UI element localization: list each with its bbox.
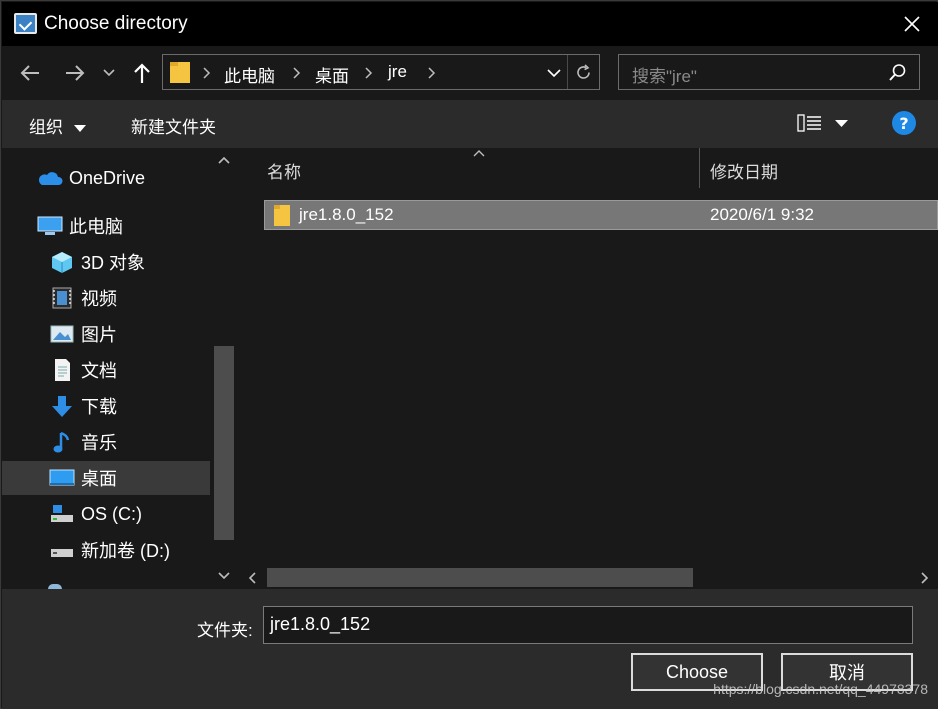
- table-row[interactable]: jre1.8.0_152 2020/6/1 9:32: [264, 200, 938, 230]
- back-button[interactable]: [16, 60, 44, 86]
- scroll-up-icon[interactable]: [218, 156, 230, 164]
- sidebar-item-label: 文档: [81, 361, 117, 381]
- search-placeholder: 搜索"jre": [632, 67, 697, 86]
- new-folder-button[interactable]: 新建文件夹: [131, 113, 216, 138]
- sidebar-item-desktop[interactable]: 桌面: [2, 461, 210, 495]
- video-icon: [52, 287, 72, 309]
- watermark-text: https://blog.csdn.net/qq_44978378: [713, 681, 928, 697]
- sidebar-item-label: 此电脑: [69, 217, 123, 237]
- svg-text:?: ?: [899, 114, 908, 133]
- drive-c-icon: [51, 505, 73, 522]
- help-icon: ?: [892, 111, 916, 135]
- onedrive-icon: [38, 172, 63, 185]
- column-header-modified[interactable]: 修改日期: [710, 158, 778, 183]
- search-icon[interactable]: [888, 63, 907, 82]
- breadcrumb-jre[interactable]: jre: [388, 62, 407, 82]
- desktop-icon: [49, 469, 75, 486]
- folder-field-label: 文件夹:: [197, 621, 253, 640]
- view-details-icon: [797, 114, 821, 132]
- choose-directory-dialog: Choose directory 此电脑 桌面 jre 搜索"jre" 组织 新…: [0, 0, 938, 709]
- search-box[interactable]: 搜索"jre": [618, 54, 920, 90]
- navigation-pane: OneDrive 此电脑 3D 对象 视频 图片 文档 下载 音乐 桌面 OS …: [2, 148, 237, 589]
- file-list: 名称 修改日期 jre1.8.0_152 2020/6/1 9:32: [239, 148, 938, 589]
- caret-down-icon: [73, 125, 86, 133]
- scroll-left-icon[interactable]: [248, 572, 256, 584]
- 3d-objects-icon: [52, 252, 72, 273]
- file-list-horizontal-scrollbar[interactable]: [239, 566, 938, 589]
- folder-icon: [170, 62, 190, 83]
- sort-ascending-icon: [473, 150, 485, 157]
- sidebar-item-label: OneDrive: [69, 167, 146, 188]
- sidebar-item-onedrive[interactable]: OneDrive: [2, 161, 210, 195]
- sidebar-item-label: 新加卷 (D:): [81, 541, 170, 561]
- forward-arrow-icon: [66, 65, 85, 81]
- refresh-icon[interactable]: [574, 63, 593, 82]
- sidebar-item-label: 图片: [81, 325, 117, 345]
- title-bar[interactable]: Choose directory: [2, 2, 938, 46]
- sidebar-item-drive-c[interactable]: OS (C:): [2, 497, 210, 531]
- documents-icon: [55, 359, 70, 381]
- chevron-down-icon: [103, 69, 115, 77]
- sidebar-item-downloads[interactable]: 下载: [2, 389, 210, 423]
- sidebar-item-label: 3D 对象: [81, 253, 146, 273]
- close-button[interactable]: [886, 2, 938, 46]
- drive-d-icon: [51, 549, 73, 557]
- breadcrumb-separator-icon: [365, 67, 373, 79]
- sidebar-item-pictures[interactable]: 图片: [2, 317, 210, 351]
- up-arrow-icon: [134, 63, 150, 83]
- file-name: jre1.8.0_152: [299, 205, 394, 224]
- organize-label: 组织: [29, 118, 63, 137]
- download-icon: [52, 396, 72, 417]
- music-icon: [53, 431, 70, 453]
- breadcrumb-this-pc[interactable]: 此电脑: [224, 62, 275, 87]
- column-divider[interactable]: [699, 148, 700, 188]
- window-title: Choose directory: [44, 13, 188, 34]
- column-header-name[interactable]: 名称: [267, 158, 301, 183]
- sidebar-item-label: 音乐: [81, 433, 117, 453]
- navigation-bar: 此电脑 桌面 jre 搜索"jre": [2, 46, 938, 100]
- sidebar-item-label: 视频: [81, 289, 117, 309]
- sidebar-item-label: 下载: [81, 397, 117, 417]
- sidebar-item-drive-d[interactable]: 新加卷 (D:): [2, 533, 210, 567]
- dialog-footer: 文件夹: jre1.8.0_152 Choose 取消 https://blog…: [2, 589, 938, 709]
- up-button[interactable]: [128, 60, 156, 86]
- scrollbar-thumb[interactable]: [214, 346, 234, 540]
- folder-icon: [274, 205, 290, 226]
- sidebar-item-3d-objects[interactable]: 3D 对象: [2, 245, 210, 279]
- navigation-pane-scrollbar[interactable]: [211, 148, 237, 589]
- scroll-down-icon[interactable]: [218, 572, 230, 580]
- scrollbar-thumb[interactable]: [267, 568, 693, 587]
- file-modified-date: 2020/6/1 9:32: [710, 205, 814, 224]
- computer-icon: [37, 216, 63, 235]
- breadcrumb-separator-icon: [293, 67, 301, 79]
- folder-name-input[interactable]: jre1.8.0_152: [263, 606, 913, 644]
- help-button[interactable]: ?: [891, 110, 917, 136]
- back-arrow-icon: [20, 65, 39, 81]
- command-toolbar: 组织 新建文件夹 ?: [2, 100, 938, 148]
- organize-menu[interactable]: 组织: [29, 113, 86, 138]
- caret-down-icon: [835, 120, 848, 127]
- address-divider: [567, 55, 568, 89]
- sidebar-item-music[interactable]: 音乐: [2, 425, 210, 459]
- breadcrumb-separator-icon: [203, 67, 211, 79]
- sidebar-item-label: 桌面: [81, 469, 117, 489]
- pictures-icon: [50, 325, 74, 343]
- sidebar-item-label: OS (C:): [81, 503, 142, 524]
- breadcrumb-desktop[interactable]: 桌面: [315, 62, 349, 87]
- sidebar-item-this-pc[interactable]: 此电脑: [2, 209, 210, 243]
- scroll-right-icon[interactable]: [921, 572, 929, 584]
- forward-button[interactable]: [61, 60, 89, 86]
- breadcrumb-separator-icon: [428, 67, 436, 79]
- sidebar-item-documents[interactable]: 文档: [2, 353, 210, 387]
- app-icon: [14, 13, 37, 34]
- recent-locations-button[interactable]: [98, 60, 120, 86]
- address-dropdown-icon[interactable]: [547, 69, 561, 78]
- sidebar-item-videos[interactable]: 视频: [2, 281, 210, 315]
- close-icon: [904, 16, 920, 32]
- view-options-button[interactable]: [797, 112, 851, 136]
- address-bar[interactable]: 此电脑 桌面 jre: [162, 54, 600, 90]
